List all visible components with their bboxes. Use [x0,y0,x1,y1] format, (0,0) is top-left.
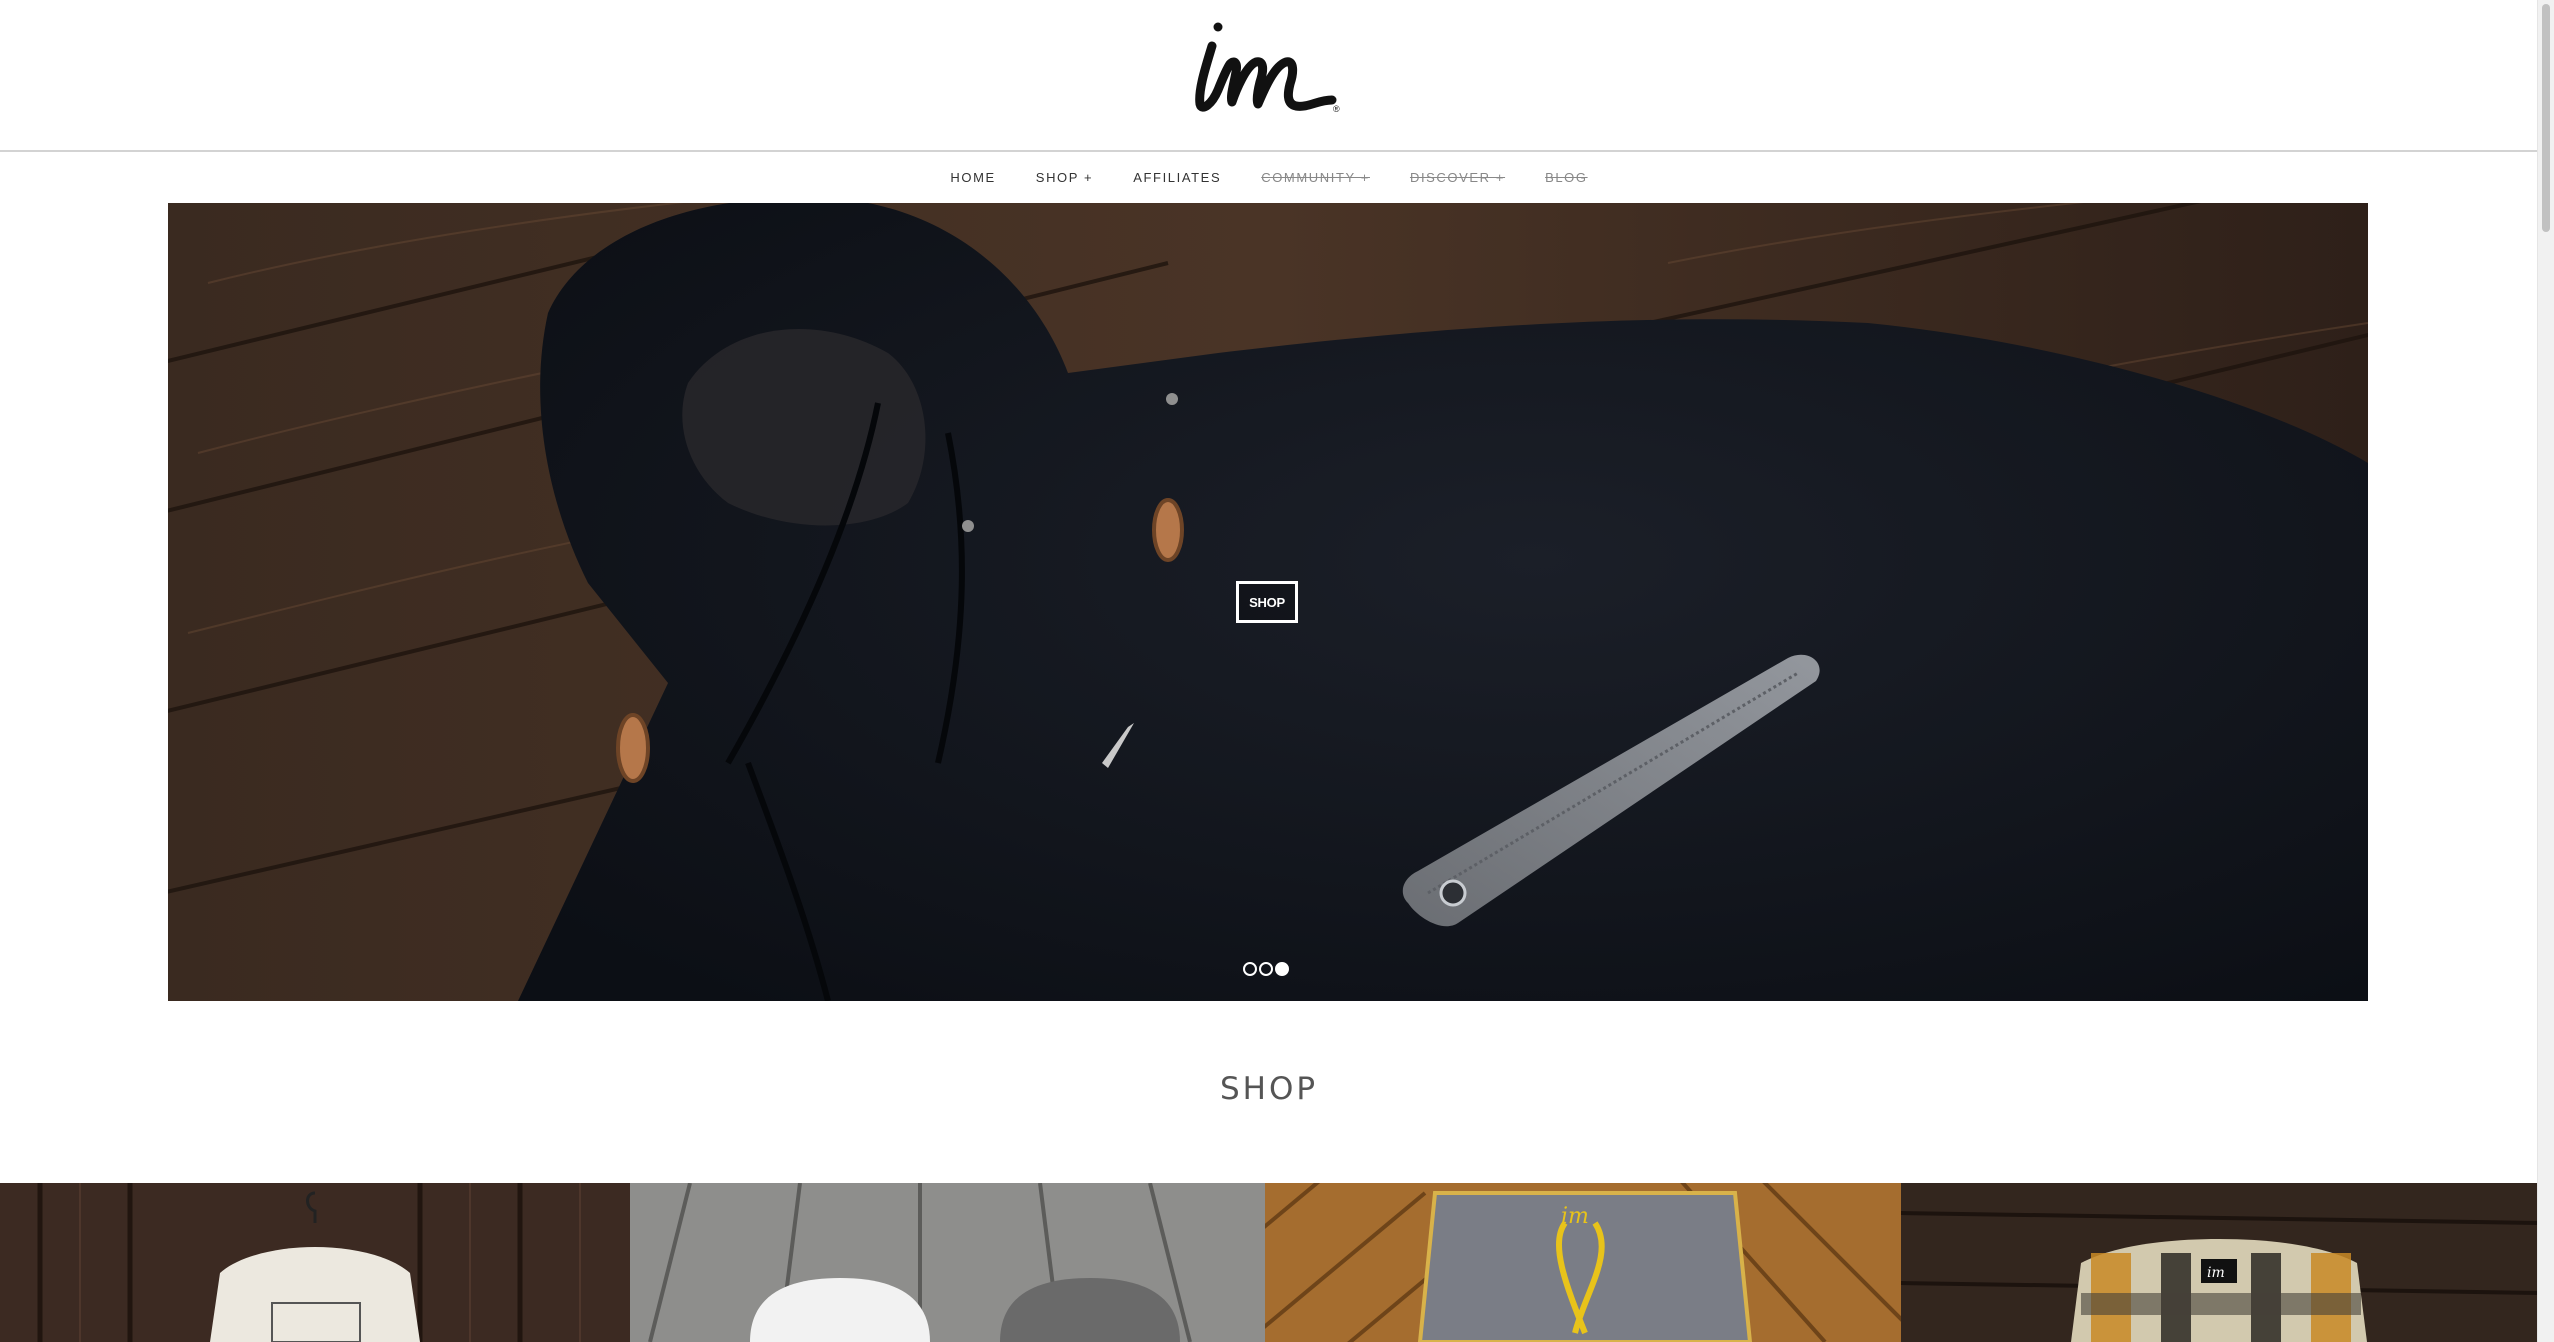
hero-slideshow[interactable]: SHOP [168,203,2368,1001]
page-scrollbar[interactable] [2537,0,2554,1342]
product-image-caps [630,1183,1265,1342]
brand-logo[interactable]: ® [1190,20,1346,116]
hero-toggle-left [616,713,650,783]
scrollbar-thumb[interactable] [2542,4,2550,232]
product-image-tee [0,1183,630,1342]
shop-section-title: SHOP [1219,1070,1319,1107]
slide-dot-3[interactable] [1275,962,1289,976]
product-image-flannel: im [1901,1183,2538,1342]
product-tile-flannel[interactable]: im [1901,1183,2538,1342]
logo-i-dot [1213,22,1223,32]
nav-item-home[interactable]: HOME [950,166,995,189]
nav-item-blog[interactable]: BLOG [1545,166,1588,189]
hero-toggle-right [1152,498,1184,562]
nav-item-community[interactable]: COMMUNITY + [1261,166,1370,189]
slideshow-pagination [1243,962,1289,976]
product-tile-tee[interactable] [0,1183,630,1342]
nav-item-shop[interactable]: SHOP + [1036,166,1093,189]
hero-zipper-pull [1439,879,1467,907]
page: ® HOME SHOP + AFFILIATES COMMUNITY + DIS… [0,0,2554,1342]
product-grid: im im [0,1183,2538,1342]
product-tile-boardshorts[interactable]: im [1265,1183,1901,1342]
product-image-boardshorts: im [1265,1183,1901,1342]
nav-item-discover[interactable]: DISCOVER + [1410,166,1505,189]
hero-shop-button[interactable]: SHOP [1236,581,1298,623]
hero-grommet-2 [962,520,974,532]
flannel-logo: im [2207,1265,2225,1281]
slide-dot-2[interactable] [1259,962,1273,976]
site-header: ® [0,0,2538,152]
boardshorts-logo: im [1561,1204,1589,1229]
slide-dot-1[interactable] [1243,962,1257,976]
product-tile-caps[interactable] [630,1183,1265,1342]
hero-grommet-1 [1166,393,1178,405]
main-nav: HOME SHOP + AFFILIATES COMMUNITY + DISCO… [0,152,2538,202]
logo-registered-mark: ® [1333,104,1340,114]
logo-script-path [1195,41,1337,112]
nav-item-affiliates[interactable]: AFFILIATES [1133,166,1221,189]
